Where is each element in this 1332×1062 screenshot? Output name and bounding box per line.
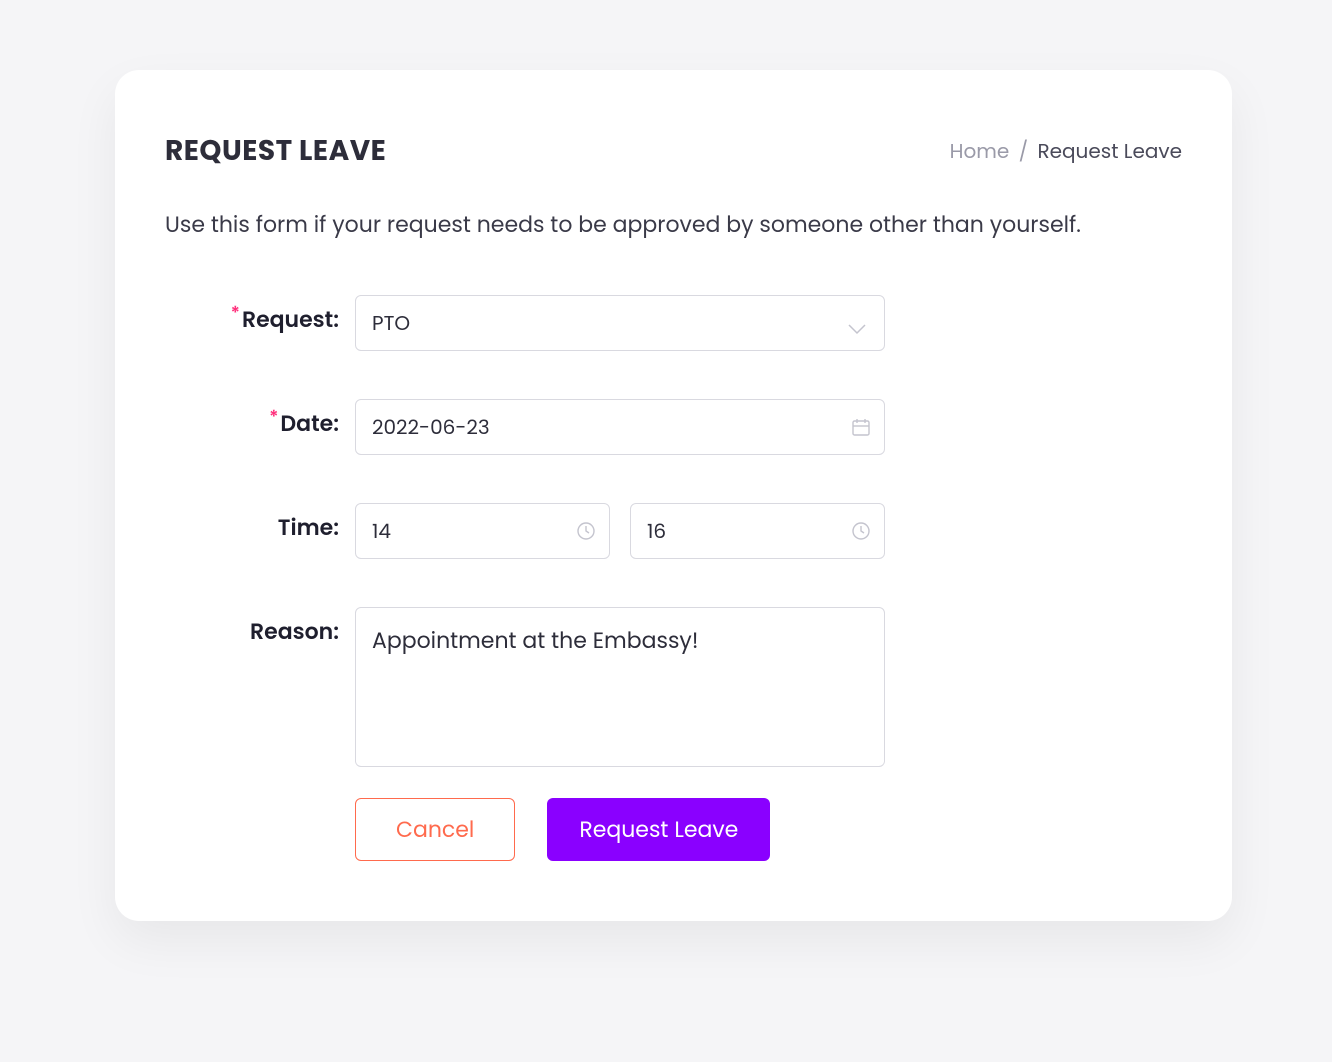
- date-input[interactable]: [355, 399, 885, 455]
- form-row-request: *Request:: [165, 295, 1182, 351]
- label-reason: Reason:: [165, 607, 355, 648]
- submit-button[interactable]: Request Leave: [547, 798, 770, 861]
- form-description: Use this form if your request needs to b…: [165, 208, 1182, 241]
- label-date: *Date:: [165, 399, 355, 440]
- form-card: REQUEST LEAVE Home / Request Leave Use t…: [115, 70, 1232, 921]
- cancel-button[interactable]: Cancel: [355, 798, 515, 861]
- form-row-time: Time:: [165, 503, 1182, 559]
- label-request-text: Request:: [242, 304, 339, 335]
- form-row-reason: Reason: Appointment at the Embassy!: [165, 607, 1182, 774]
- time-end-input[interactable]: [630, 503, 885, 559]
- form-row-date: *Date:: [165, 399, 1182, 455]
- page-container: REQUEST LEAVE Home / Request Leave Use t…: [0, 70, 1332, 1062]
- time-group: [355, 503, 885, 559]
- required-mark: *: [269, 405, 278, 430]
- breadcrumb-home[interactable]: Home: [950, 137, 1010, 165]
- time-start-input[interactable]: [355, 503, 610, 559]
- label-time: Time:: [165, 503, 355, 544]
- request-select-wrap: [355, 295, 885, 351]
- breadcrumb-current: Request Leave: [1037, 137, 1182, 165]
- breadcrumb-separator: /: [1019, 137, 1029, 165]
- label-reason-text: Reason:: [250, 616, 339, 647]
- label-date-text: Date:: [280, 408, 339, 439]
- header-row: REQUEST LEAVE Home / Request Leave: [165, 130, 1182, 172]
- required-mark: *: [231, 301, 240, 326]
- label-request: *Request:: [165, 295, 355, 336]
- page-title: REQUEST LEAVE: [165, 130, 386, 172]
- breadcrumb: Home / Request Leave: [950, 136, 1182, 166]
- button-row: Cancel Request Leave: [355, 798, 1182, 861]
- request-select[interactable]: [355, 295, 885, 351]
- reason-textarea[interactable]: Appointment at the Embassy!: [355, 607, 885, 767]
- date-input-wrap: [355, 399, 885, 455]
- label-time-text: Time:: [278, 512, 339, 543]
